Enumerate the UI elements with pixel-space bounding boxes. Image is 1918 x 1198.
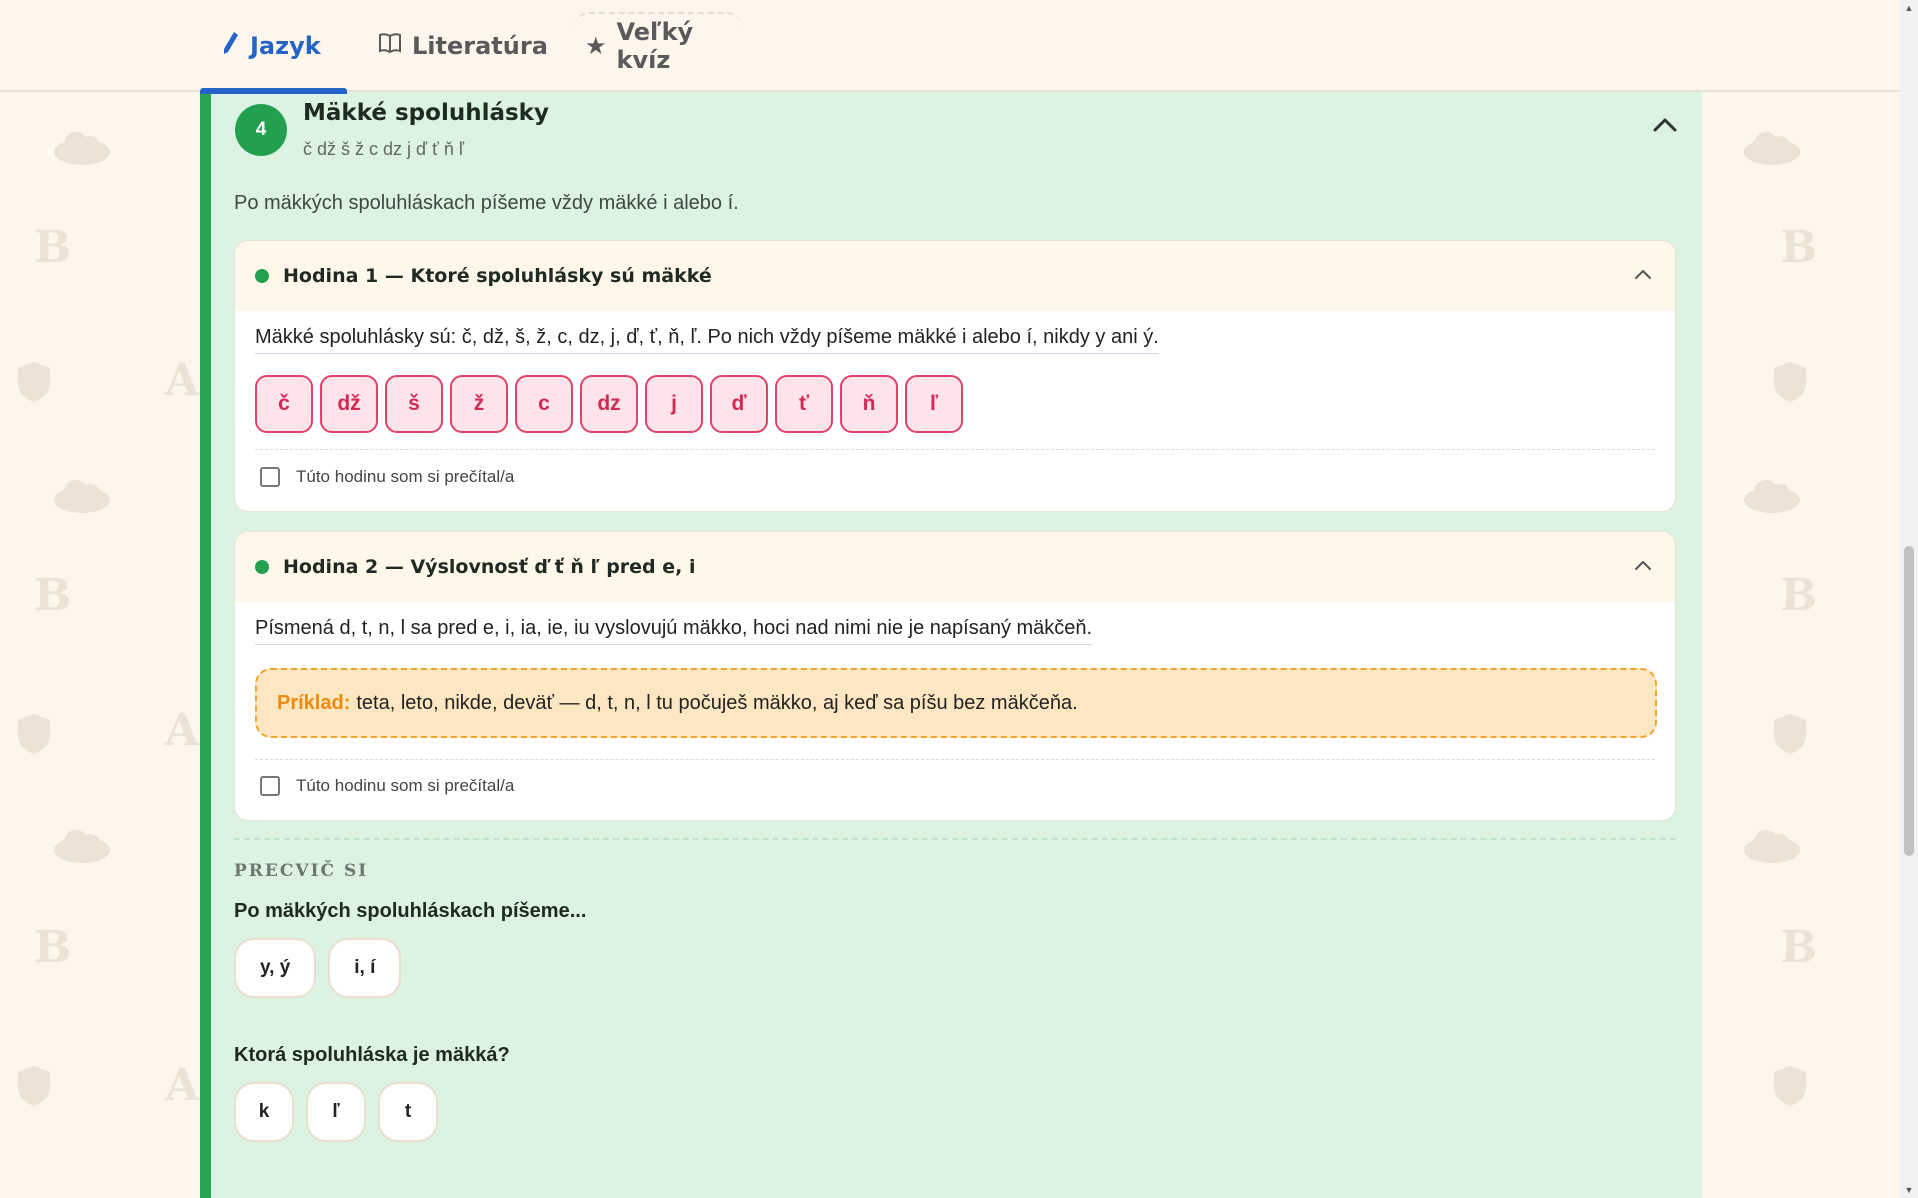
scroll-thumb[interactable]	[1904, 546, 1914, 856]
cloud-icon	[1744, 480, 1800, 513]
read-checkbox[interactable]	[260, 467, 280, 487]
book-icon	[378, 31, 402, 61]
hour-header[interactable]: Hodina 1 — Ktoré spoluhlásky sú mäkké	[235, 241, 1675, 311]
tab-label: Literatúra	[412, 32, 548, 60]
letter-chip[interactable]: š	[385, 375, 443, 433]
lesson-title: Mäkké spoluhlásky	[303, 100, 549, 126]
collapse-lesson-button[interactable]	[1650, 112, 1680, 138]
answer-option[interactable]: ľ	[306, 1082, 366, 1142]
letter-chip[interactable]: ť	[775, 375, 833, 433]
divider	[255, 449, 1655, 450]
hour-title: Hodina 1 — Ktoré spoluhlásky sú mäkké	[283, 265, 712, 287]
hour-panel-1: Hodina 1 — Ktoré spoluhlásky sú mäkké Mä…	[234, 240, 1676, 512]
letter-chip[interactable]: ď	[710, 375, 768, 433]
top-nav: Jazyk Literatúra ★ Veľký kvíz	[0, 0, 1900, 94]
practice-heading: PRECVIČ SI	[234, 861, 369, 881]
practice-question: Ktorá spoluhláska je mäkká?	[234, 1044, 510, 1066]
letter-b-decoration: B	[1780, 922, 1818, 973]
shield-icon	[18, 1066, 50, 1106]
section-divider	[234, 838, 1676, 840]
read-checkbox[interactable]	[260, 776, 280, 796]
shield-icon	[18, 362, 50, 402]
scroll-up-arrow-icon[interactable]: ▲	[1900, 0, 1918, 16]
cloud-icon	[54, 830, 110, 863]
cloud-icon	[1744, 830, 1800, 863]
shield-icon	[1774, 714, 1806, 754]
letter-chip[interactable]: ž	[450, 375, 508, 433]
chevron-up-icon[interactable]	[1633, 267, 1653, 281]
letter-chip[interactable]: dz	[580, 375, 638, 433]
read-confirm-row: Túto hodinu som si prečítal/a	[260, 467, 514, 487]
shield-icon	[1774, 1066, 1806, 1106]
answer-options: k ľ t	[234, 1082, 438, 1142]
cloud-icon	[1744, 132, 1800, 165]
hour-header[interactable]: Hodina 2 — Výslovnosť ď ť ň ľ pred e, i	[235, 532, 1675, 602]
letter-chip[interactable]: č	[255, 375, 313, 433]
letter-a-decoration: A	[165, 1060, 200, 1111]
hour-text: Mäkké spoluhlásky sú: č, dž, š, ž, c, dz…	[255, 326, 1159, 354]
letter-b-decoration: B	[34, 222, 72, 273]
letter-chip[interactable]: j	[645, 375, 703, 433]
letter-chip[interactable]: ň	[840, 375, 898, 433]
hour-text: Písmená d, t, n, l sa pred e, i, ia, ie,…	[255, 617, 1093, 645]
letter-b-decoration: B	[34, 922, 72, 973]
hour-title: Hodina 2 — Výslovnosť ď ť ň ľ pred e, i	[283, 556, 696, 578]
letter-a-decoration: A	[165, 355, 200, 406]
cloud-icon	[54, 480, 110, 513]
lesson-subtitle: č dž š ž c dz j ď ť ň ľ	[303, 139, 465, 159]
letter-b-decoration: B	[1780, 570, 1818, 621]
answer-option[interactable]: t	[378, 1082, 438, 1142]
read-confirm-row: Túto hodinu som si prečítal/a	[260, 776, 514, 796]
shield-icon	[18, 714, 50, 754]
tab-label: Jazyk	[250, 32, 321, 60]
answer-option[interactable]: i, í	[328, 938, 402, 998]
star-icon: ★	[585, 32, 607, 60]
status-dot	[255, 269, 269, 283]
answer-option[interactable]: y, ý	[234, 938, 317, 998]
letter-chips: č dž š ž c dz j ď ť ň ľ	[255, 375, 963, 433]
letter-b-decoration: B	[34, 570, 72, 621]
status-dot	[255, 560, 269, 574]
chevron-up-icon[interactable]	[1633, 558, 1653, 572]
hour-panel-2: Hodina 2 — Výslovnosť ď ť ň ľ pred e, i …	[234, 531, 1676, 821]
letter-chip[interactable]: dž	[320, 375, 378, 433]
example-text: teta, leto, nikde, deväť — d, t, n, l tu…	[356, 691, 1078, 714]
letter-b-decoration: B	[1780, 222, 1818, 273]
divider	[255, 759, 1655, 760]
letter-a-decoration: A	[165, 705, 200, 756]
scroll-down-arrow-icon[interactable]: ▼	[1900, 1182, 1918, 1198]
tab-label: Veľký kvíz	[616, 18, 694, 74]
answer-option[interactable]: k	[234, 1082, 294, 1142]
chevron-up-icon	[1653, 118, 1677, 132]
lesson-number-badge: 4	[235, 104, 287, 156]
pencil-icon	[222, 30, 240, 62]
answer-options: y, ý i, í	[234, 938, 402, 998]
page-scrollbar[interactable]: ▲ ▼	[1900, 0, 1918, 1198]
example-label: Príklad:	[277, 691, 351, 714]
tab-literatura[interactable]: Literatúra	[356, 0, 548, 92]
letter-chip[interactable]: c	[515, 375, 573, 433]
tab-jazyk[interactable]: Jazyk	[200, 0, 347, 94]
tab-velky-kviz[interactable]: ★ Veľký kvíz	[563, 0, 753, 92]
letter-chip[interactable]: ľ	[905, 375, 963, 433]
lesson-description: Po mäkkých spoluhláskach píšeme vždy mäk…	[234, 192, 739, 214]
shield-icon	[1774, 362, 1806, 402]
cloud-icon	[54, 132, 110, 165]
example-box: Príklad: teta, leto, nikde, deväť — d, t…	[255, 668, 1657, 738]
read-checkbox-label: Túto hodinu som si prečítal/a	[296, 467, 515, 486]
practice-question: Po mäkkých spoluhláskach píšeme...	[234, 900, 587, 922]
read-checkbox-label: Túto hodinu som si prečítal/a	[296, 776, 515, 795]
